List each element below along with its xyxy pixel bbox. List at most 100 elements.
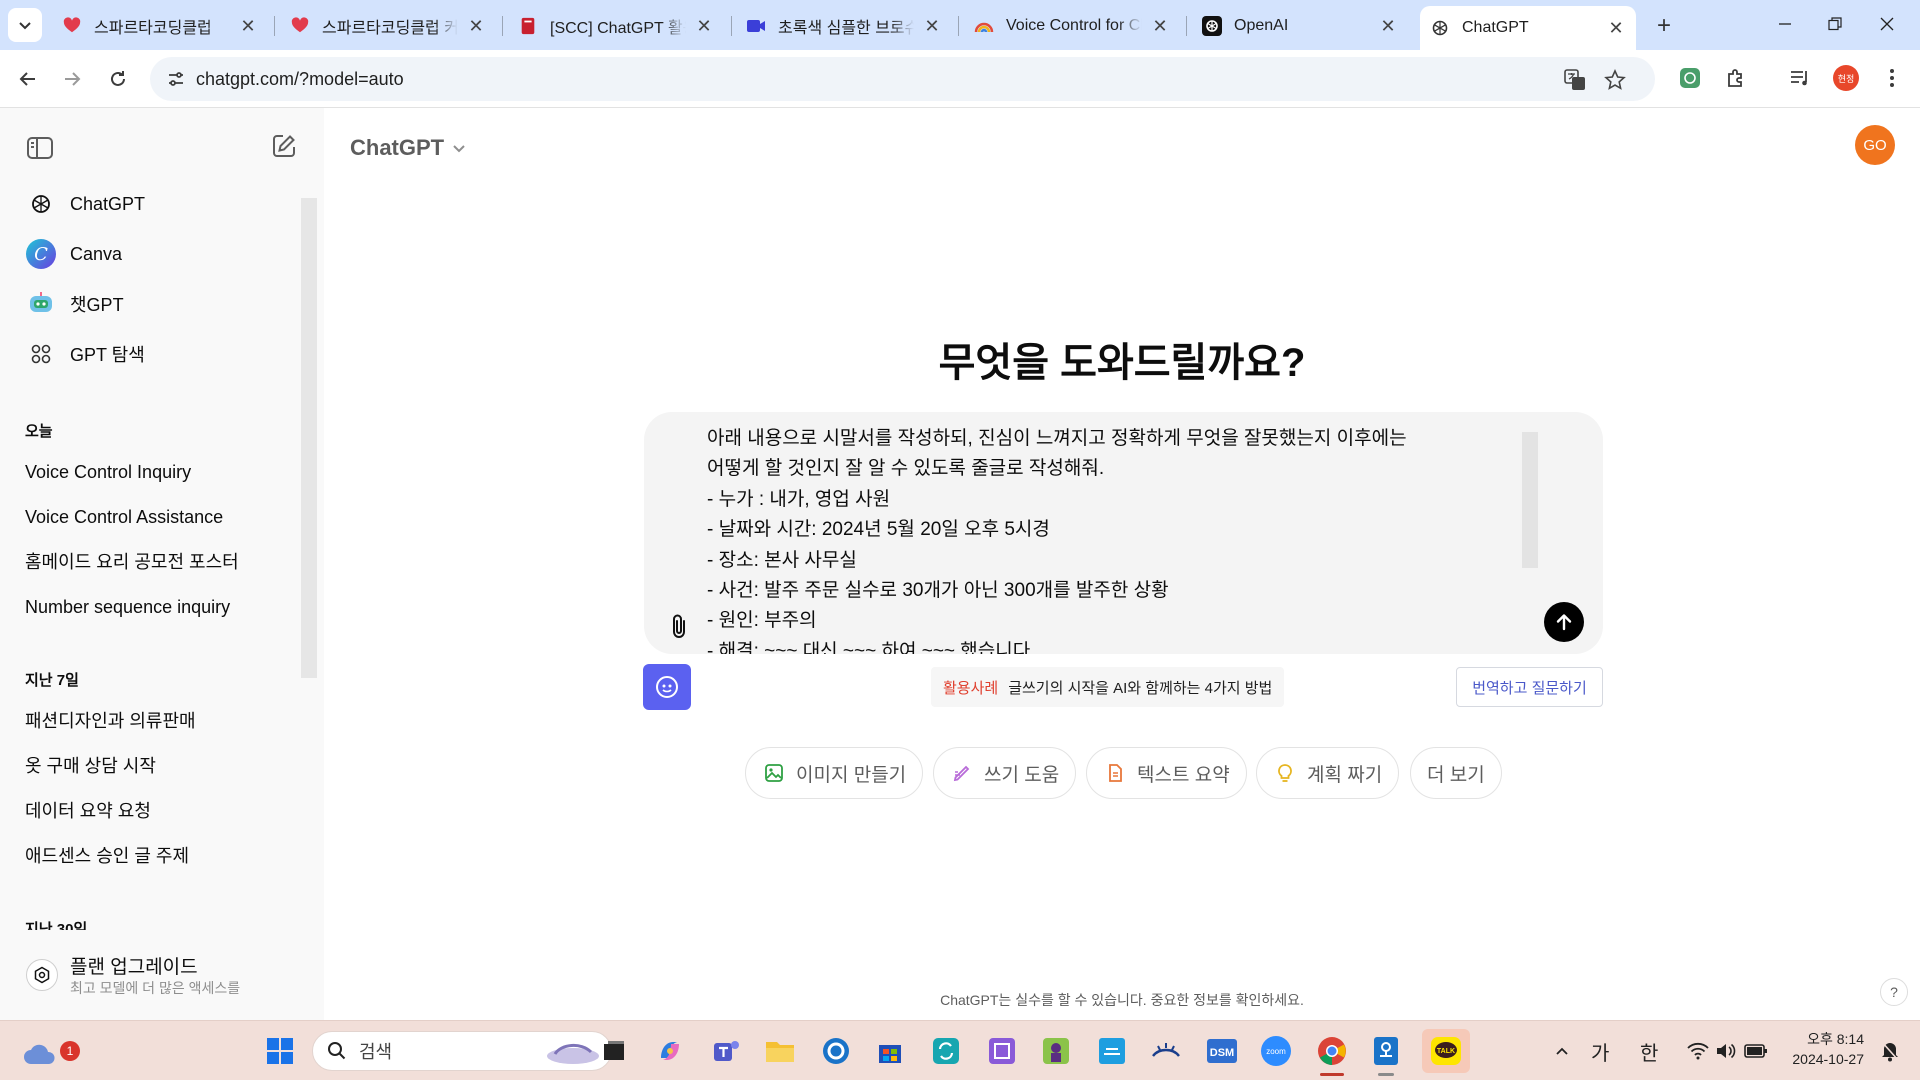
chatbot-icon xyxy=(656,676,678,698)
suggestion-chip-image[interactable]: 이미지 만들기 xyxy=(745,747,924,799)
profile-avatar[interactable]: 현정 xyxy=(1830,62,1862,94)
file-explorer-icon[interactable] xyxy=(762,1033,798,1069)
start-button[interactable] xyxy=(262,1033,298,1069)
sidebar-item-canva[interactable]: C Canva xyxy=(12,232,302,276)
history-item[interactable]: Voice Control Inquiry xyxy=(12,452,290,492)
notifications-bell-icon[interactable] xyxy=(1872,1033,1908,1069)
system-clock[interactable]: 오후 8:14 2024-10-27 xyxy=(1780,1029,1864,1069)
history-item[interactable]: 데이터 요약 요청 xyxy=(12,790,290,830)
close-icon[interactable]: ✕ xyxy=(238,16,258,36)
new-tab-button[interactable]: + xyxy=(1646,10,1682,42)
sidebar-toggle-button[interactable] xyxy=(22,130,58,166)
purple-app-icon[interactable] xyxy=(984,1033,1020,1069)
sync-app-icon[interactable] xyxy=(928,1033,964,1069)
new-chat-button[interactable] xyxy=(266,128,302,164)
close-icon[interactable]: ✕ xyxy=(466,16,486,36)
close-icon[interactable]: ✕ xyxy=(1150,16,1170,36)
close-icon[interactable]: ✕ xyxy=(1378,16,1398,36)
suggestion-chip-writing[interactable]: 쓰기 도움 xyxy=(933,747,1077,799)
kakaotalk-app-icon[interactable]: TALK xyxy=(1422,1029,1470,1073)
message-composer[interactable]: 아래 내용으로 시말서를 작성하되, 진심이 느껴지고 정확하게 무엇을 잘못했… xyxy=(644,412,1603,654)
extension-assistant-button[interactable] xyxy=(643,664,691,710)
help-button[interactable]: ? xyxy=(1880,978,1908,1006)
prompt-line: - 날짜와 시간: 2024년 5월 20일 오후 5시경 xyxy=(707,519,1050,541)
sidebar-item-chatgpt[interactable]: ChatGPT xyxy=(12,182,302,226)
sidebar-item-explore-gpts[interactable]: GPT 탐색 xyxy=(12,332,302,376)
chrome-app-icon[interactable] xyxy=(1314,1033,1350,1069)
browser-tab[interactable]: 스파르타코딩클럽 커뮤니티 ✕ xyxy=(280,8,496,44)
browser-tab[interactable]: Voice Control for ChatGPT ✕ xyxy=(964,8,1180,44)
history-item[interactable]: 옷 구매 상담 시작 xyxy=(12,745,290,785)
zoom-app-icon[interactable]: zoom xyxy=(1258,1033,1294,1069)
hancom-app-icon[interactable] xyxy=(1368,1033,1404,1069)
sidebar-icon xyxy=(27,137,53,159)
ime-language-indicator[interactable]: 한 xyxy=(1640,1037,1658,1066)
circle-app-icon[interactable] xyxy=(818,1033,854,1069)
browser-tab-active[interactable]: ChatGPT ✕ xyxy=(1420,6,1636,50)
suggestion-chip-summary[interactable]: 텍스트 요약 xyxy=(1086,747,1247,799)
svg-text:TALK: TALK xyxy=(1437,1048,1455,1055)
user-avatar[interactable]: GO xyxy=(1855,125,1895,165)
bookmark-star-icon[interactable] xyxy=(1602,67,1628,93)
close-icon[interactable]: ✕ xyxy=(694,16,714,36)
task-view-icon[interactable] xyxy=(596,1033,632,1069)
image-icon xyxy=(762,761,786,785)
browser-menu-icon[interactable] xyxy=(1876,62,1908,94)
history-item[interactable]: Voice Control Assistance xyxy=(12,497,290,537)
close-icon[interactable]: ✕ xyxy=(1606,18,1626,38)
browser-tab[interactable]: OpenAI ✕ xyxy=(1192,8,1408,44)
composer-scrollbar[interactable] xyxy=(1522,432,1538,568)
cloud-app-icon[interactable] xyxy=(1094,1033,1130,1069)
extension-banner[interactable]: 활용사례 글쓰기의 시작을 AI와 함께하는 4가지 방법 xyxy=(931,667,1285,707)
media-control-icon[interactable] xyxy=(1784,62,1816,94)
address-bar[interactable]: chatgpt.com/?model=auto xyxy=(150,57,1655,101)
history-item[interactable]: 홈메이드 요리 공모전 포스터 xyxy=(12,541,290,581)
taskbar-search[interactable]: 검색 xyxy=(312,1031,612,1071)
extension-gpt-icon[interactable] xyxy=(1674,62,1706,94)
chevron-up-icon[interactable] xyxy=(1544,1033,1580,1069)
character-app-icon[interactable] xyxy=(1038,1033,1074,1069)
copilot-icon[interactable] xyxy=(652,1033,688,1069)
sidebar-item-chat-gpt-kr[interactable]: 챗GPT xyxy=(12,282,302,326)
battery-icon[interactable] xyxy=(1738,1033,1774,1069)
sidebar-scrollbar[interactable] xyxy=(301,198,317,678)
prompt-input[interactable]: 아래 내용으로 시말서를 작성하되, 진심이 느껴지고 정확하게 무엇을 잘못했… xyxy=(707,424,1517,654)
history-item[interactable]: Number sequence inquiry xyxy=(12,587,290,627)
disclaimer: ChatGPT는 실수를 할 수 있습니다. 중요한 정보를 확인하세요. xyxy=(940,992,1304,1008)
attach-button[interactable] xyxy=(664,612,694,642)
tab-title: ChatGPT xyxy=(1462,19,1598,37)
store-icon[interactable] xyxy=(872,1033,908,1069)
weather-widget[interactable]: 1 xyxy=(22,1035,80,1071)
forward-button[interactable] xyxy=(54,61,90,97)
ime-mode-indicator[interactable]: 가 xyxy=(1591,1037,1609,1066)
browser-tab[interactable]: 스파르타코딩클럽 ✕ xyxy=(52,8,268,44)
translate-icon[interactable] xyxy=(1562,67,1588,93)
upgrade-plan-button[interactable]: 플랜 업그레이드 최고 모델에 더 많은 액세스를 xyxy=(12,946,312,1006)
history-item[interactable]: 애드센스 승인 글 주제 xyxy=(12,835,290,875)
reload-button[interactable] xyxy=(100,61,136,97)
notification-badge: 1 xyxy=(60,1041,80,1061)
browser-tab[interactable]: [SCC] ChatGPT 활용법 ✕ xyxy=(508,8,724,44)
back-button[interactable] xyxy=(10,61,46,97)
translate-and-ask-button[interactable]: 번역하고 질문하기 xyxy=(1456,667,1603,707)
minimize-icon xyxy=(1779,23,1791,25)
extensions-puzzle-icon[interactable] xyxy=(1720,62,1752,94)
suggestion-chip-plan[interactable]: 계획 짜기 xyxy=(1256,747,1400,799)
dsm-app-icon[interactable]: DSM xyxy=(1204,1033,1240,1069)
browser-tab[interactable]: 초록색 심플한 브로슈어 ✕ xyxy=(736,8,952,44)
eye-app-icon[interactable] xyxy=(1148,1033,1184,1069)
document-icon xyxy=(1103,761,1127,785)
model-selector[interactable]: ChatGPT xyxy=(350,128,466,168)
site-settings-icon[interactable] xyxy=(164,67,188,91)
send-button[interactable] xyxy=(1544,602,1584,642)
pen-icon xyxy=(950,761,974,785)
tab-search-button[interactable] xyxy=(8,8,42,42)
window-close-button[interactable] xyxy=(1854,0,1920,48)
history-item[interactable]: 패션디자인과 의류판매 xyxy=(12,700,290,740)
openai-icon xyxy=(1202,16,1222,36)
headline-text: 무엇을 도와드릴까요? xyxy=(938,341,1306,385)
suggestion-chip-more[interactable]: 더 보기 xyxy=(1410,747,1502,799)
close-icon[interactable]: ✕ xyxy=(922,16,942,36)
teams-icon[interactable] xyxy=(708,1033,744,1069)
heart-icon xyxy=(290,16,310,36)
